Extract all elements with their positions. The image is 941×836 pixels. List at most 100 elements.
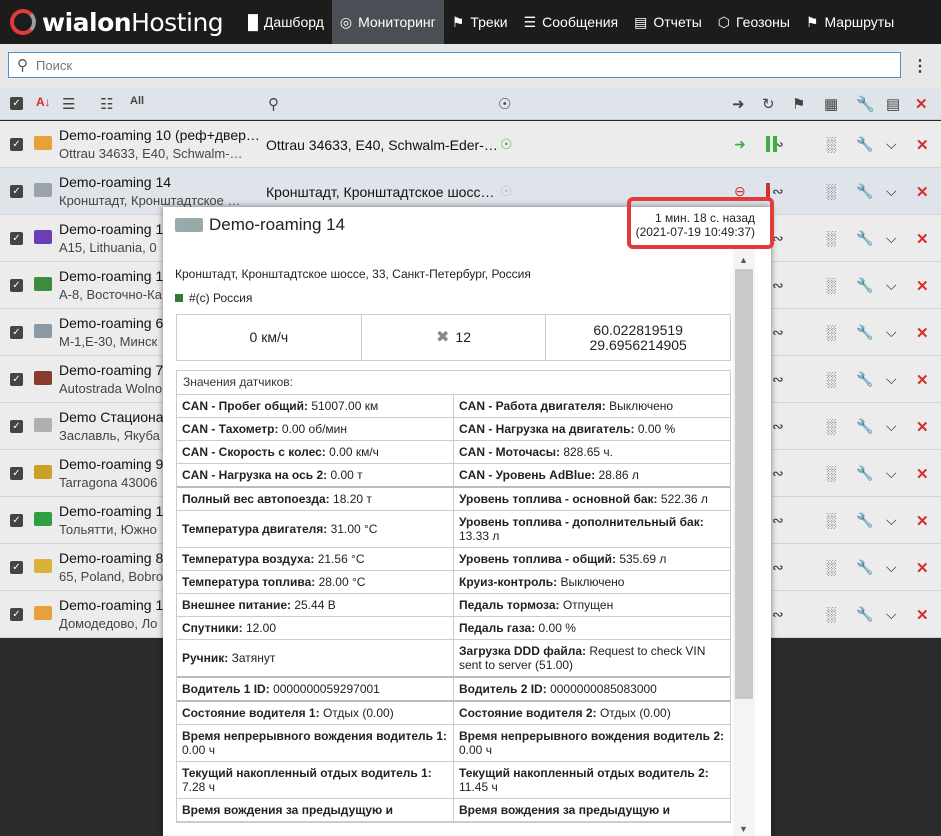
- unit-menu-icon[interactable]: ⌵: [886, 136, 897, 153]
- search-input[interactable]: [36, 57, 856, 73]
- unit-menu-icon[interactable]: ⌵: [886, 277, 897, 294]
- unit-delete-icon[interactable]: ✕: [916, 606, 929, 624]
- unit-name[interactable]: Demo-roaming 7: [59, 362, 163, 378]
- unit-menu-icon[interactable]: ⌵: [886, 465, 897, 482]
- unit-name[interactable]: Demo-roaming 9: [59, 456, 163, 472]
- select-all-checkbox[interactable]: ✓: [10, 97, 23, 110]
- unit-checkbox[interactable]: ✓: [10, 514, 23, 527]
- nav-item-5[interactable]: ⬡ Геозоны: [710, 0, 798, 44]
- unit-menu-icon[interactable]: ⌵: [886, 183, 897, 200]
- nav-item-3[interactable]: ☰ Сообщения: [516, 0, 627, 44]
- unit-checkbox[interactable]: ✓: [10, 232, 23, 245]
- driver-wheel-icon[interactable]: ☉: [500, 136, 513, 153]
- unit-delete-icon[interactable]: ✕: [916, 277, 929, 295]
- unit-delete-icon[interactable]: ✕: [916, 559, 929, 577]
- unit-checkbox[interactable]: ✓: [10, 373, 23, 386]
- unit-menu-icon[interactable]: ⌵: [886, 606, 897, 623]
- unit-tools-icon[interactable]: 🔧: [856, 418, 873, 435]
- unit-tools-icon[interactable]: 🔧: [856, 606, 873, 623]
- more-menu-icon[interactable]: ⋮: [912, 56, 928, 76]
- nav-item-6[interactable]: ⚑ Маршруты: [798, 0, 902, 44]
- unit-delete-icon[interactable]: ✕: [916, 183, 929, 201]
- unit-name[interactable]: Demo-roaming 14: [59, 174, 171, 190]
- nav-item-0[interactable]: █ Дашборд: [240, 0, 332, 44]
- scroll-up-icon[interactable]: ▲: [739, 255, 748, 265]
- delete-all-icon[interactable]: ✕: [915, 95, 928, 113]
- connection-state-icon[interactable]: ↻: [762, 95, 775, 113]
- unit-menu-icon[interactable]: ⌵: [886, 371, 897, 388]
- sort-az-icon[interactable]: A↓: [36, 95, 51, 109]
- unit-tools-icon[interactable]: 🔧: [856, 465, 873, 482]
- unit-command-icon[interactable]: ∾: [772, 606, 784, 623]
- unit-report-icon[interactable]: ░: [826, 324, 836, 340]
- unit-row[interactable]: ✓ Demo-roaming 10 (реф+двер… Ottrau 3463…: [0, 121, 941, 168]
- unit-name[interactable]: Demo-roaming 12: [59, 597, 171, 613]
- unit-delete-icon[interactable]: ✕: [916, 230, 929, 248]
- unit-checkbox[interactable]: ✓: [10, 326, 23, 339]
- unit-tools-icon[interactable]: 🔧: [856, 324, 873, 341]
- unit-menu-icon[interactable]: ⌵: [886, 512, 897, 529]
- unit-report-icon[interactable]: ░: [826, 371, 836, 387]
- unit-tools-icon[interactable]: 🔧: [856, 371, 873, 388]
- wialon-logo[interactable]: wialonHosting: [0, 0, 240, 44]
- unit-name[interactable]: Demo-roaming 10 (реф+двер…: [59, 127, 260, 143]
- unit-menu-icon[interactable]: ⌵: [886, 324, 897, 341]
- unit-delete-icon[interactable]: ✕: [916, 371, 929, 389]
- popup-scrollbar[interactable]: ▲ ▼: [733, 249, 755, 836]
- unit-menu-icon[interactable]: ⌵: [886, 230, 897, 247]
- all-units-icon[interactable]: All: [130, 95, 144, 107]
- track-flag-icon[interactable]: ⚑: [792, 95, 805, 113]
- unit-tools-icon[interactable]: 🔧: [856, 183, 873, 200]
- unit-delete-icon[interactable]: ✕: [916, 324, 929, 342]
- unit-name[interactable]: Demo-roaming 6: [59, 315, 163, 331]
- unit-command-icon[interactable]: ∾: [772, 371, 784, 388]
- unit-name[interactable]: Demo-roaming 8: [59, 550, 163, 566]
- unit-name[interactable]: Demo-roaming 11: [59, 268, 170, 284]
- unit-delete-icon[interactable]: ✕: [916, 136, 929, 154]
- unit-checkbox[interactable]: ✓: [10, 608, 23, 621]
- add-group-icon[interactable]: ☷: [100, 95, 113, 113]
- unit-tools-icon[interactable]: 🔧: [856, 230, 873, 247]
- unit-tools-icon[interactable]: 🔧: [856, 136, 873, 153]
- steering-wheel-icon[interactable]: ☉: [498, 95, 511, 113]
- unit-delete-icon[interactable]: ✕: [916, 418, 929, 436]
- clipboard-icon[interactable]: ▤: [886, 95, 900, 113]
- driver-wheel-icon[interactable]: ☉: [500, 183, 513, 200]
- unit-command-icon[interactable]: ∾: [772, 277, 784, 294]
- unit-checkbox[interactable]: ✓: [10, 561, 23, 574]
- unit-tools-icon[interactable]: 🔧: [856, 512, 873, 529]
- unit-report-icon[interactable]: ░: [826, 512, 836, 528]
- unit-checkbox[interactable]: ✓: [10, 467, 23, 480]
- unit-report-icon[interactable]: ░: [826, 183, 836, 199]
- unit-report-icon[interactable]: ░: [826, 606, 836, 622]
- unit-command-icon[interactable]: ∾: [772, 324, 784, 341]
- scroll-thumb[interactable]: [735, 269, 753, 699]
- unit-command-icon[interactable]: ∾: [772, 512, 784, 529]
- unit-checkbox[interactable]: ✓: [10, 185, 23, 198]
- unit-report-icon[interactable]: ░: [826, 559, 836, 575]
- location-pin-icon[interactable]: ⚲: [268, 95, 279, 113]
- unit-checkbox[interactable]: ✓: [10, 138, 23, 151]
- unit-name[interactable]: Demo Стационар: [59, 409, 171, 425]
- motion-state-icon[interactable]: ➜: [732, 95, 745, 113]
- unit-checkbox[interactable]: ✓: [10, 279, 23, 292]
- connection-bars-icon[interactable]: [766, 136, 780, 155]
- unit-delete-icon[interactable]: ✕: [916, 512, 929, 530]
- unit-report-icon[interactable]: ░: [826, 136, 836, 152]
- nav-item-4[interactable]: ▤ Отчеты: [626, 0, 710, 44]
- list-view-icon[interactable]: ☰: [62, 95, 75, 113]
- unit-menu-icon[interactable]: ⌵: [886, 418, 897, 435]
- unit-name[interactable]: Demo-roaming 13: [59, 221, 171, 237]
- report-header-icon[interactable]: ▦: [824, 95, 838, 113]
- unit-command-icon[interactable]: ∾: [772, 183, 784, 200]
- unit-command-icon[interactable]: ∾: [772, 418, 784, 435]
- unit-report-icon[interactable]: ░: [826, 230, 836, 246]
- nav-item-1[interactable]: ◎ Мониторинг: [331, 0, 444, 44]
- unit-checkbox[interactable]: ✓: [10, 420, 23, 433]
- nav-item-2[interactable]: ⚑ Треки: [444, 0, 516, 44]
- unit-tools-icon[interactable]: 🔧: [856, 559, 873, 576]
- unit-tools-icon[interactable]: 🔧: [856, 277, 873, 294]
- unit-command-icon[interactable]: ∾: [772, 559, 784, 576]
- tools-header-icon[interactable]: 🔧: [856, 95, 875, 113]
- unit-name[interactable]: Demo-roaming 1: [59, 503, 163, 519]
